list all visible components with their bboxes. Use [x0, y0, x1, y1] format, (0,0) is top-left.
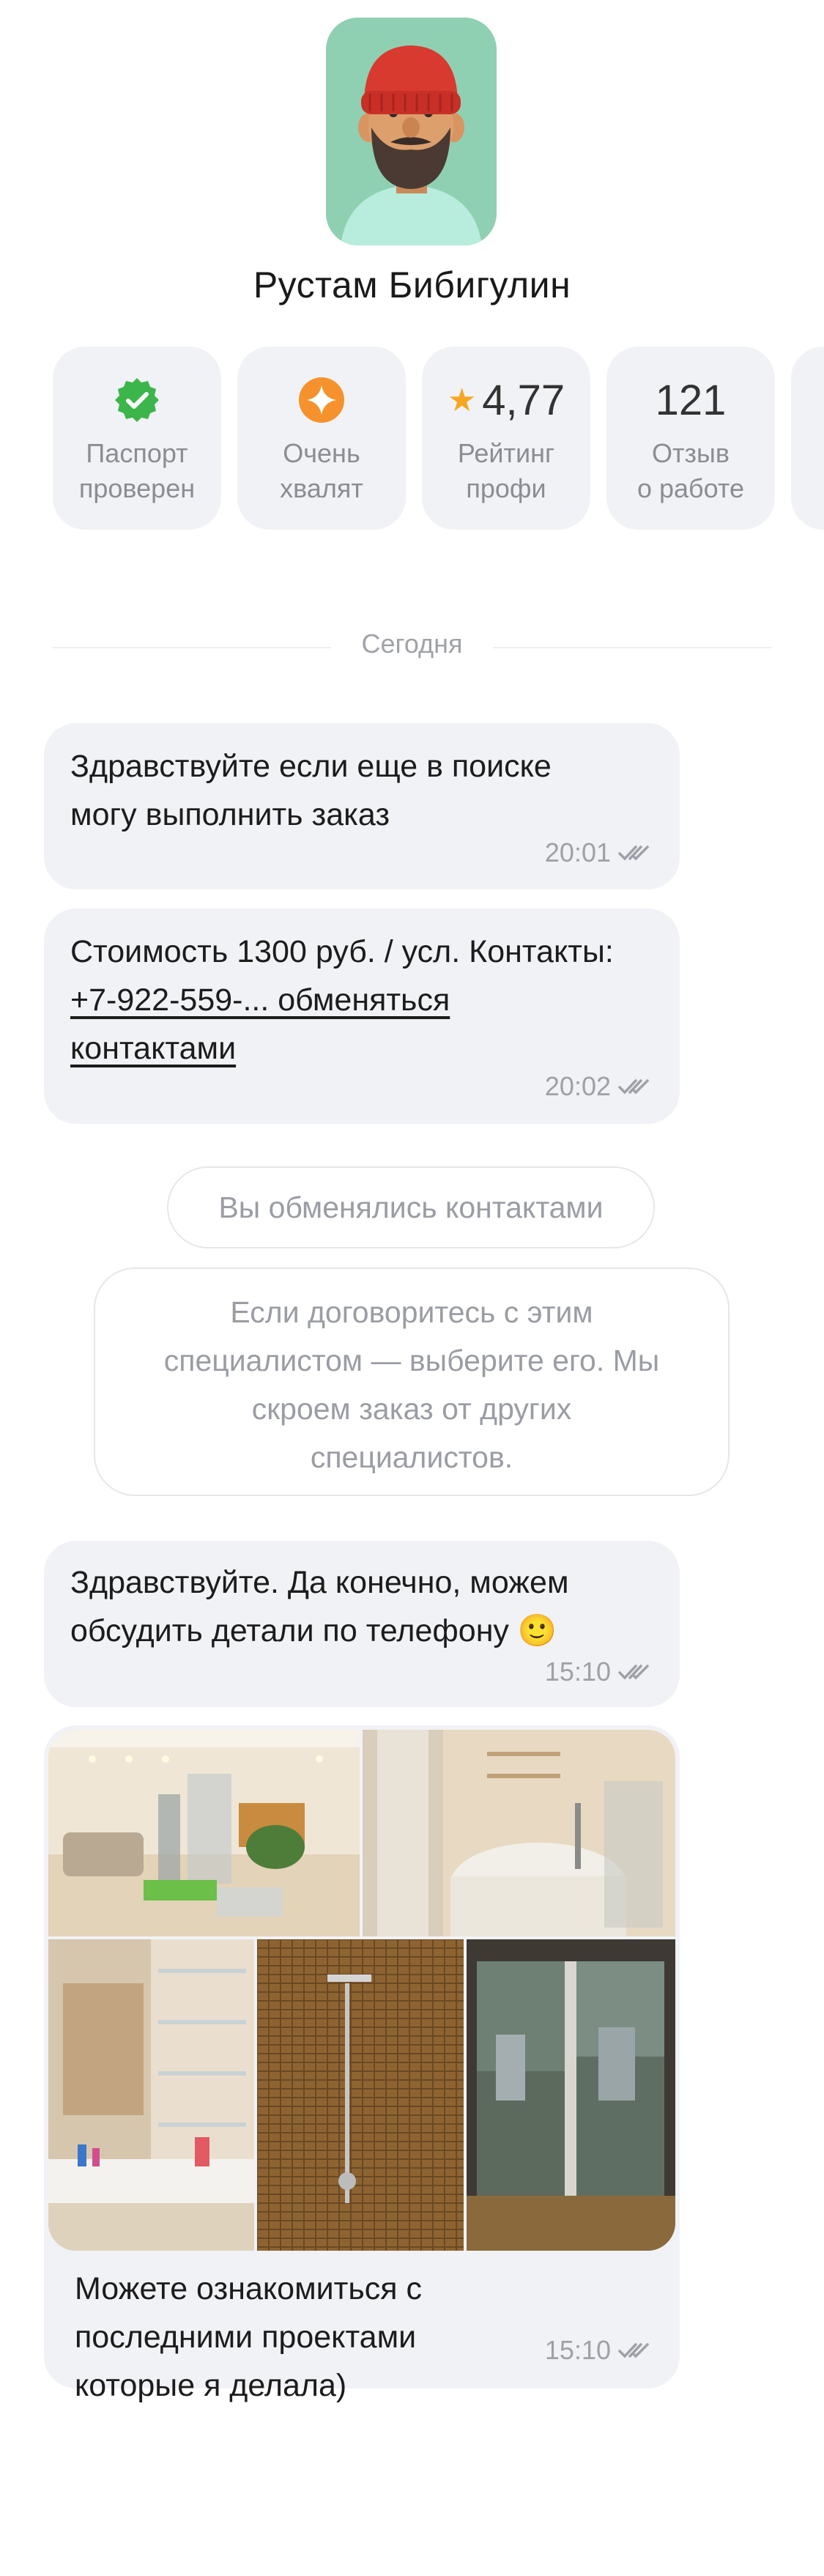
reviews-count: 121	[655, 376, 727, 424]
badge-rating[interactable]: ★ 4,77 Рейтинг профи	[422, 347, 590, 530]
project-photo[interactable]	[48, 1730, 360, 1936]
badge-label-line1: Очень	[283, 438, 360, 468]
double-check-icon	[618, 1665, 649, 1680]
message-bubble[interactable]: Стоимость 1300 руб. / усл. Контакты: +7-…	[44, 908, 680, 1124]
badge-overflow[interactable]	[791, 347, 824, 530]
message-text-line: Стоимость 1300 руб. / усл. Контакты:	[70, 934, 614, 969]
message-time: 20:01	[544, 837, 611, 867]
message-time: 15:10	[544, 2335, 611, 2365]
message-text-line: Здравствуйте. Да конечно, можем	[70, 1565, 569, 1600]
project-photo[interactable]	[48, 1939, 254, 2251]
badge-reviews[interactable]: 121 Отзыв о работе	[606, 347, 775, 530]
badge-label-line1: Отзыв	[652, 438, 730, 468]
message-text-line: могу выполнить заказ	[70, 797, 390, 832]
message-text-line: Можете ознакомиться с	[75, 2271, 422, 2306]
sparkle-icon	[237, 374, 406, 426]
message-bubble[interactable]: Здравствуйте если еще в поиске могу выпо…	[44, 723, 680, 889]
message-time: 20:02	[544, 1071, 611, 1101]
exchange-contacts-link[interactable]: +7-922-559-... обменяться	[70, 976, 653, 1024]
message-text-line: которые я делала)	[75, 2368, 347, 2403]
message-bubble-photos[interactable]: Можете ознакомиться с последними проекта…	[44, 1725, 680, 2403]
message-text-line: Здравствуйте если еще в поиске	[70, 749, 552, 784]
badge-label-line2: хвалят	[280, 473, 363, 503]
star-icon: ★	[447, 382, 477, 418]
system-note-line: скроем заказ от других	[251, 1392, 572, 1426]
avatar[interactable]	[326, 18, 497, 245]
badge-label-line2: профи	[466, 473, 546, 503]
badge-label-line2: о работе	[636, 473, 745, 503]
contacts-exchanged-notice: Вы обменялись контактами	[167, 1166, 655, 1248]
system-note-line: специалистом — выберите его. Мы	[163, 1344, 660, 1377]
system-note-line: специалистов.	[310, 1440, 513, 1474]
avatar-image	[326, 18, 497, 245]
exchange-contacts-link[interactable]: контактами	[70, 1024, 653, 1073]
date-label: Сегодня	[361, 629, 463, 659]
message-bubble[interactable]: Здравствуйте. Да конечно, можем обсудить…	[44, 1541, 680, 1707]
system-note-line: Если договоритесь с этим	[230, 1295, 593, 1329]
double-check-icon	[618, 2343, 649, 2358]
profile-name: Рустам Бибигулин	[253, 264, 571, 306]
badge-label-line1: Паспорт	[86, 438, 188, 468]
double-check-icon	[618, 1079, 649, 1095]
badge-highly-praised[interactable]: Очень хвалят	[237, 347, 406, 530]
project-photo[interactable]	[257, 1939, 464, 2251]
message-time: 15:10	[544, 1657, 611, 1687]
badge-label-line2: проверен	[78, 473, 196, 503]
project-photo[interactable]	[363, 1730, 675, 1936]
badge-label-line1: Рейтинг	[457, 438, 555, 468]
system-note: Если договоритесь с этим специалистом — …	[94, 1267, 730, 1496]
rating-value: 4,77	[482, 376, 565, 424]
message-text-line: обсудить детали по телефону 🙂	[70, 1613, 557, 1648]
double-check-icon	[618, 845, 649, 861]
badge-passport-verified[interactable]: Паспорт проверен	[53, 347, 221, 530]
project-photo[interactable]	[467, 1939, 675, 2251]
check-shield-icon	[53, 374, 221, 426]
